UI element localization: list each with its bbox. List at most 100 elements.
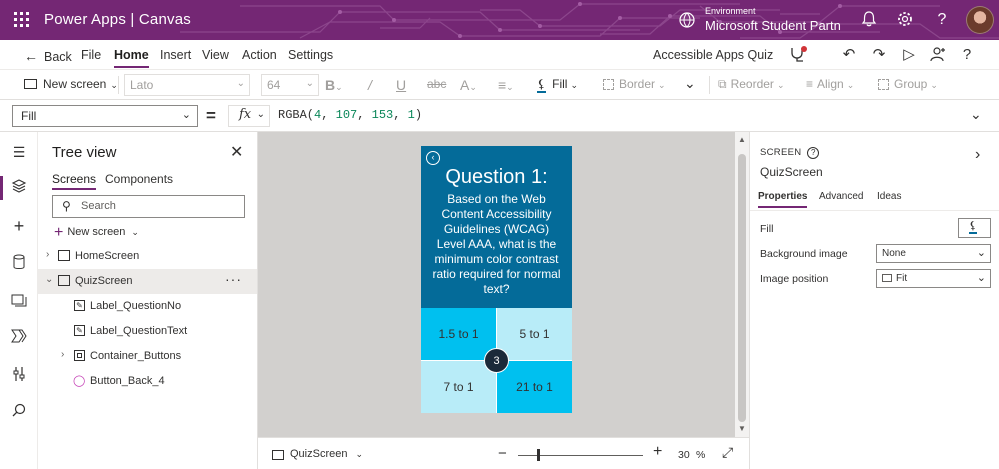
answer-button-4[interactable]: 21 to 1: [497, 361, 572, 413]
underline-icon[interactable]: U: [396, 77, 406, 93]
insert-plus-icon[interactable]: +: [9, 216, 29, 236]
plus-icon: +: [54, 224, 64, 241]
tab-advanced[interactable]: Advanced: [819, 191, 863, 202]
tree-search-input[interactable]: ⚲ Search: [52, 195, 245, 218]
fill-dropdown[interactable]: ⚸ Fill ⌄: [537, 77, 578, 93]
fit-to-window-icon[interactable]: ⤢: [722, 444, 733, 461]
align-dropdown[interactable]: ≡ Align ⌄: [806, 77, 854, 91]
background-image-dropdown[interactable]: None ⌄: [876, 244, 991, 263]
menu-action[interactable]: Action: [242, 48, 277, 62]
app-checker-icon[interactable]: [787, 45, 809, 65]
chevron-right-icon[interactable]: ›: [61, 349, 64, 360]
back-circle-icon[interactable]: ‹: [426, 151, 440, 165]
chevron-right-icon[interactable]: ›: [46, 249, 49, 260]
font-color-icon[interactable]: A⌄: [460, 77, 477, 93]
menu-view[interactable]: View: [202, 48, 229, 62]
font-dropdown[interactable]: Lato ⌄: [124, 74, 250, 96]
tab-properties[interactable]: Properties: [758, 191, 808, 208]
label-question-no[interactable]: Question 1:: [421, 166, 572, 189]
selection-count-badge[interactable]: 3: [484, 348, 509, 373]
data-cylinder-icon[interactable]: [9, 254, 29, 274]
border-dropdown[interactable]: Border ⌄: [603, 77, 666, 91]
hamburger-menu-icon[interactable]: ☰: [9, 142, 29, 162]
zoom-out-icon[interactable]: −: [498, 445, 507, 462]
tree-item-quizscreen[interactable]: ⌄ QuizScreen ···: [38, 269, 257, 294]
scroll-down-icon[interactable]: ▼: [738, 424, 746, 433]
menu-settings[interactable]: Settings: [288, 48, 333, 62]
tree-view-title: Tree view: [52, 144, 117, 161]
tree-item-homescreen[interactable]: › HomeScreen: [38, 244, 257, 269]
close-icon[interactable]: ✕: [230, 142, 243, 162]
tree-item-container-buttons[interactable]: › Container_Buttons: [38, 344, 257, 369]
tab-ideas[interactable]: Ideas: [877, 191, 901, 202]
undo-icon[interactable]: ↶: [838, 45, 860, 65]
fill-label: Fill: [760, 223, 774, 235]
group-dropdown[interactable]: Group ⌄: [878, 77, 938, 91]
chevron-down-icon: ⌄: [305, 78, 314, 89]
canvas-vertical-scrollbar[interactable]: ▲ ▼: [735, 132, 749, 437]
collapse-panel-chevron-icon[interactable]: ›: [975, 146, 980, 164]
fx-function-button[interactable]: fx ⌄: [228, 105, 270, 127]
text-align-icon[interactable]: ≡⌄: [498, 77, 514, 93]
redo-icon[interactable]: ↷: [868, 45, 890, 65]
tab-screens[interactable]: Screens: [52, 172, 97, 190]
current-screen-dropdown[interactable]: QuizScreen ⌄: [290, 448, 363, 460]
tab-components[interactable]: Components: [105, 172, 173, 186]
environment-name[interactable]: Microsoft Student Partn: [705, 18, 855, 33]
answer-button-1[interactable]: 1.5 to 1: [421, 308, 496, 360]
menu-home[interactable]: Home: [114, 48, 149, 68]
question-header[interactable]: ‹ Question 1: Based on the Web Content A…: [421, 146, 572, 308]
font-size-dropdown[interactable]: 64 ⌄: [261, 74, 319, 96]
scrollbar-thumb[interactable]: [738, 154, 746, 422]
background-image-label: Background image: [760, 248, 848, 260]
more-options-icon[interactable]: ···: [225, 271, 242, 287]
fill-color-picker[interactable]: ⚸: [958, 218, 991, 238]
menu-file[interactable]: File: [81, 48, 101, 62]
back-arrow-icon: ←: [24, 48, 38, 64]
gear-icon[interactable]: [895, 10, 915, 30]
chevron-down-icon: ⌄: [976, 272, 986, 284]
image-position-label: Image position: [760, 273, 829, 285]
scroll-up-icon[interactable]: ▲: [738, 135, 746, 144]
bell-icon[interactable]: [859, 10, 879, 30]
help-icon[interactable]: ?: [932, 10, 952, 30]
user-avatar[interactable]: [966, 6, 994, 34]
tree-view-layers-icon[interactable]: [9, 178, 29, 198]
divider: [750, 210, 999, 211]
image-icon: [882, 274, 892, 282]
back-button[interactable]: ← Back: [24, 48, 72, 64]
italic-icon[interactable]: /: [368, 77, 372, 93]
tree-item-label-questionno[interactable]: ✎ Label_QuestionNo: [38, 294, 257, 319]
new-screen-dropdown[interactable]: New screen ⌄: [24, 77, 118, 91]
more-commands-chevron-icon[interactable]: ⌄: [684, 75, 696, 92]
formula-input[interactable]: RGBA(4, 107, 153, 1): [278, 108, 422, 122]
help-circle-icon[interactable]: ?: [807, 147, 820, 159]
new-screen-button[interactable]: + New screen ⌄: [54, 224, 139, 242]
property-dropdown[interactable]: Fill ⌄: [12, 105, 198, 127]
tree-item-label-questiontext[interactable]: ✎ Label_QuestionText: [38, 319, 257, 344]
chevron-down-icon[interactable]: ⌄: [45, 274, 53, 285]
answer-button-3[interactable]: 7 to 1: [421, 361, 496, 413]
preview-play-icon[interactable]: ▷: [898, 45, 920, 65]
tree-item-button-back[interactable]: ◯ Button_Back_4: [38, 369, 257, 394]
bold-icon[interactable]: B⌄: [325, 77, 343, 93]
media-icon[interactable]: [9, 292, 29, 312]
strikethrough-icon[interactable]: abc: [427, 77, 446, 91]
search-icon[interactable]: [9, 402, 29, 422]
app-launcher-icon[interactable]: [14, 12, 30, 28]
zoom-slider-thumb[interactable]: [537, 449, 540, 461]
chevron-down-icon: ⌄: [355, 449, 364, 459]
share-user-icon[interactable]: [927, 45, 949, 65]
environment-globe-icon[interactable]: [678, 11, 696, 29]
answer-button-2[interactable]: 5 to 1: [497, 308, 572, 360]
expand-formula-chevron-icon[interactable]: ⌄: [970, 106, 982, 123]
reorder-dropdown[interactable]: ⧉ Reorder ⌄: [718, 77, 784, 92]
container-icon: [74, 350, 85, 361]
label-question-text[interactable]: Based on the Web Content Accessibility G…: [429, 192, 564, 297]
zoom-in-icon[interactable]: +: [653, 443, 662, 461]
help-question-icon[interactable]: ?: [956, 45, 978, 65]
menu-insert[interactable]: Insert: [160, 48, 191, 62]
power-automate-icon[interactable]: [9, 328, 29, 348]
image-position-dropdown[interactable]: Fit ⌄: [876, 269, 991, 288]
advanced-tools-icon[interactable]: [9, 366, 29, 386]
